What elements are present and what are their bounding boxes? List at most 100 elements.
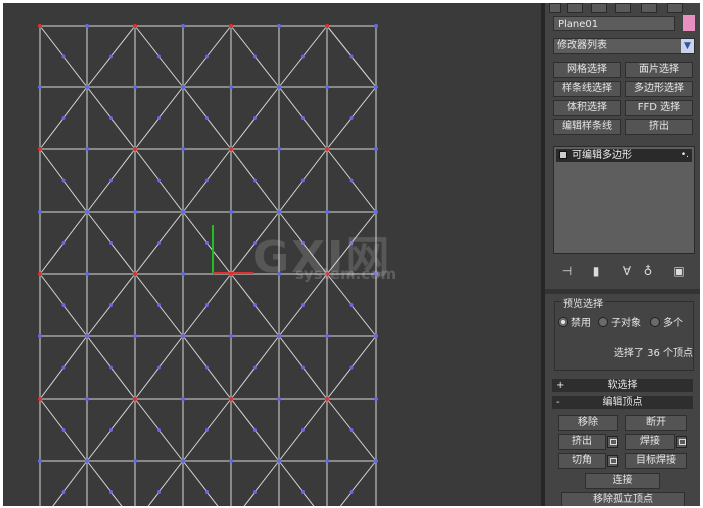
vertex[interactable] <box>61 54 66 59</box>
show-end-result-icon[interactable]: ▮ <box>589 264 603 278</box>
vertex[interactable] <box>374 334 378 338</box>
vertex[interactable] <box>301 303 305 307</box>
weld-settings-icon[interactable] <box>676 436 687 448</box>
vertex[interactable] <box>325 85 329 89</box>
vertex[interactable] <box>38 459 42 463</box>
transform-gizmo[interactable] <box>212 225 253 274</box>
vertex[interactable] <box>277 334 281 338</box>
modifier-stack[interactable]: 可编辑多边形 •. <box>553 146 695 254</box>
vertex[interactable] <box>181 334 185 338</box>
chamfer-vertex-button[interactable]: 切角 <box>558 453 606 469</box>
vertex[interactable] <box>253 54 257 59</box>
vertex[interactable] <box>157 54 161 59</box>
vertex[interactable] <box>301 116 305 120</box>
vertex[interactable] <box>157 490 161 494</box>
vertex[interactable] <box>205 116 209 120</box>
vertex[interactable] <box>349 54 354 59</box>
vertex[interactable] <box>301 490 305 494</box>
expand-box-icon[interactable] <box>559 151 567 159</box>
rollout-edit-vertices[interactable]: - 编辑顶点 <box>552 396 693 409</box>
mesh-select-button[interactable]: 网格选择 <box>553 62 621 78</box>
vertex[interactable] <box>61 490 66 494</box>
vertex[interactable] <box>157 116 161 120</box>
vertex[interactable] <box>374 24 378 28</box>
mesh-diagonal-edge[interactable] <box>135 460 184 506</box>
weld-vertex-button[interactable]: 焊接 <box>625 434 675 450</box>
vertex[interactable] <box>109 365 113 370</box>
vertex[interactable] <box>253 303 257 307</box>
vertex[interactable] <box>181 272 185 276</box>
hierarchy-tab-icon[interactable] <box>591 3 607 13</box>
chamfer-settings-icon[interactable] <box>607 455 618 467</box>
vertex[interactable] <box>181 397 185 401</box>
vertex[interactable] <box>109 241 113 245</box>
vertex[interactable] <box>277 459 281 463</box>
vertex[interactable] <box>205 54 209 59</box>
vertex[interactable] <box>109 303 113 307</box>
make-unique-icon[interactable]: ∀ <box>620 264 634 278</box>
remove-vertex-button[interactable]: 移除 <box>558 415 618 431</box>
vertex[interactable] <box>85 272 89 276</box>
vertex[interactable] <box>205 241 209 245</box>
modify-tab-icon[interactable] <box>567 3 583 13</box>
vertex[interactable] <box>277 210 281 214</box>
vertex[interactable] <box>38 85 42 89</box>
patch-select-button[interactable]: 面片选择 <box>625 62 693 78</box>
vertex[interactable] <box>133 459 137 463</box>
vertex[interactable] <box>277 397 281 401</box>
radio-disable[interactable]: 禁用 <box>558 317 591 331</box>
vertex[interactable] <box>253 241 257 245</box>
selected-vertex[interactable] <box>229 147 233 151</box>
mesh-diagonal-edge[interactable] <box>327 460 377 506</box>
vertex[interactable] <box>253 490 257 494</box>
vertex[interactable] <box>349 303 354 307</box>
vertex[interactable] <box>277 272 281 276</box>
vertex[interactable] <box>61 365 66 370</box>
vertex[interactable] <box>301 365 305 370</box>
vertex[interactable] <box>157 241 161 245</box>
vertex[interactable] <box>301 428 305 432</box>
vertex[interactable] <box>61 178 66 183</box>
vertex[interactable] <box>85 334 89 338</box>
vertex[interactable] <box>229 210 233 214</box>
motion-tab-icon[interactable] <box>615 3 631 13</box>
selected-vertex[interactable] <box>38 397 42 401</box>
mesh-diagonal-edge[interactable] <box>182 460 231 506</box>
vertex[interactable] <box>181 459 185 463</box>
vertex[interactable] <box>374 85 378 89</box>
selected-vertex[interactable] <box>38 24 42 28</box>
vertex[interactable] <box>205 490 209 494</box>
vertex[interactable] <box>109 428 113 432</box>
vertex[interactable] <box>61 241 66 245</box>
spline-select-button[interactable]: 样条线选择 <box>553 81 621 97</box>
vertex[interactable] <box>374 147 378 151</box>
connect-vertex-button[interactable]: 连接 <box>585 473 660 489</box>
vertex[interactable] <box>253 365 257 370</box>
vertex[interactable] <box>133 210 137 214</box>
vertex[interactable] <box>85 147 89 151</box>
radio-subobject[interactable]: 子对象 <box>598 317 641 331</box>
vertex[interactable] <box>205 428 209 432</box>
perspective-viewport[interactable]: GXI网 system.com <box>3 3 541 506</box>
vertex[interactable] <box>349 241 354 245</box>
vertex[interactable] <box>229 334 233 338</box>
vertex[interactable] <box>325 210 329 214</box>
vertex[interactable] <box>61 303 66 307</box>
vertex[interactable] <box>301 178 305 183</box>
vertex[interactable] <box>277 24 281 28</box>
selected-vertex[interactable] <box>325 272 329 276</box>
plane-mesh-grid[interactable] <box>3 3 541 506</box>
edit-spline-button[interactable]: 编辑样条线 <box>553 119 621 135</box>
stack-item-editable-poly[interactable]: 可编辑多边形 •. <box>556 149 692 162</box>
create-tab-icon[interactable] <box>549 3 561 13</box>
pin-stack-icon[interactable]: ⊣ <box>560 264 574 278</box>
vertex[interactable] <box>253 178 257 183</box>
selected-vertex[interactable] <box>229 397 233 401</box>
vertex[interactable] <box>38 334 42 338</box>
vertex[interactable] <box>109 54 113 59</box>
selected-vertex[interactable] <box>133 147 137 151</box>
vertex[interactable] <box>229 459 233 463</box>
vertex[interactable] <box>205 303 209 307</box>
vertex[interactable] <box>61 116 66 120</box>
mesh-diagonal-edge[interactable] <box>86 460 135 506</box>
